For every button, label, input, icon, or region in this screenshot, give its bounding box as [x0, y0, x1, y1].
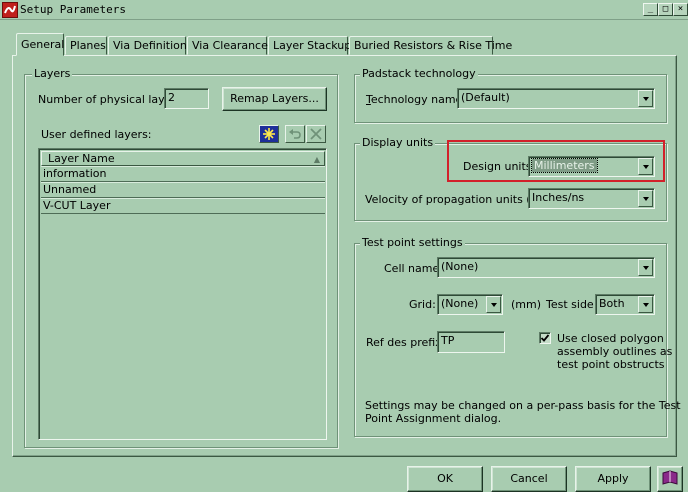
test-point-note-line2: Point Assignment dialog.: [365, 412, 502, 425]
cell-name-value: (None): [441, 260, 479, 273]
ref-des-prefix-input[interactable]: TP: [437, 331, 505, 353]
column-header-label: Layer Name: [48, 152, 115, 165]
velocity-units-value: Inches/ns: [532, 191, 585, 204]
layer-row[interactable]: information: [41, 166, 325, 182]
delete-layer-icon[interactable]: [306, 125, 326, 143]
test-point-note-line1: Settings may be changed on a per-pass ba…: [365, 399, 681, 412]
close-button[interactable]: ×: [673, 3, 688, 16]
closed-polygon-checkbox[interactable]: [539, 332, 551, 344]
chevron-down-icon[interactable]: [638, 190, 653, 207]
grid-select[interactable]: (None): [437, 294, 503, 315]
chevron-down-icon[interactable]: [486, 296, 501, 313]
tab-layer-stackup[interactable]: Layer Stackup: [268, 36, 352, 55]
highlight-annotation: [447, 140, 665, 182]
remap-layers-button[interactable]: Remap Layers...: [222, 87, 327, 111]
grid-value: (None): [441, 297, 479, 310]
technology-name-value: (Default): [461, 91, 510, 104]
user-defined-layers-label: User defined layers:: [41, 128, 152, 141]
grid-unit-label: (mm): [511, 298, 542, 311]
tab-via-definitions[interactable]: Via Definitions: [108, 36, 193, 55]
title-bar[interactable]: Setup Parameters _ □ ×: [0, 0, 688, 20]
test-side-select[interactable]: Both: [595, 294, 655, 315]
tab-label: General: [21, 38, 65, 51]
chevron-down-icon[interactable]: [638, 296, 653, 313]
test-side-label: Test side:: [546, 298, 598, 311]
tab-label: Via Clearances: [192, 39, 274, 52]
layer-name-column-header[interactable]: Layer Name ▲: [41, 151, 325, 166]
apply-button[interactable]: Apply: [575, 466, 651, 492]
technology-name-select[interactable]: (Default): [457, 88, 655, 109]
grid-label: Grid:: [409, 298, 436, 311]
undo-icon[interactable]: [285, 125, 305, 143]
layers-group-title: Layers: [32, 67, 73, 80]
chevron-down-icon[interactable]: [638, 90, 653, 107]
tab-label: Layer Stackup: [273, 39, 352, 52]
chevron-down-icon[interactable]: [638, 259, 653, 276]
help-book-icon[interactable]: [657, 466, 683, 492]
cell-name-select[interactable]: (None): [437, 257, 655, 278]
layer-row[interactable]: Unnamed: [41, 182, 325, 198]
tab-planes[interactable]: Planes: [65, 36, 107, 55]
cancel-button[interactable]: Cancel: [491, 466, 567, 492]
maximize-button[interactable]: □: [658, 3, 673, 16]
tab-label: Via Definitions: [113, 39, 193, 52]
tab-label: Planes: [70, 39, 106, 52]
sort-arrow-icon: ▲: [313, 155, 320, 164]
user-layers-list[interactable]: Layer Name ▲ information Unnamed V-CUT L…: [38, 148, 327, 440]
tab-via-clearances[interactable]: Via Clearances: [187, 36, 274, 55]
minimize-button[interactable]: _: [643, 3, 658, 16]
cell-name-label: Cell name:: [384, 262, 443, 275]
app-logo-icon: [2, 2, 18, 18]
check-icon: [540, 334, 550, 342]
velocity-units-select[interactable]: Inches/ns: [528, 188, 655, 209]
tab-general[interactable]: General: [16, 33, 64, 56]
tab-label: Buried Resistors & Rise Time: [354, 39, 513, 52]
technology-name-label: Technology name:: [366, 93, 467, 106]
test-side-value: Both: [599, 297, 625, 310]
closed-polygon-label-line1[interactable]: Use closed polygon: [557, 332, 664, 345]
display-units-group-title: Display units: [360, 136, 436, 149]
velocity-units-label: Velocity of propagation units (Vp):: [365, 193, 554, 206]
closed-polygon-label-line2[interactable]: assembly outlines as: [557, 345, 672, 358]
padstack-group-title: Padstack technology: [360, 67, 478, 80]
num-layers-input[interactable]: 2: [164, 88, 209, 109]
tab-buried-resistors[interactable]: Buried Resistors & Rise Time: [349, 36, 512, 55]
ref-des-prefix-label: Ref des prefix:: [366, 336, 446, 349]
closed-polygon-label-line3[interactable]: test point obstructs: [557, 358, 665, 371]
layer-row[interactable]: V-CUT Layer: [41, 198, 325, 214]
new-layer-icon[interactable]: [259, 125, 279, 143]
test-point-group-title: Test point settings: [360, 236, 465, 249]
window-title: Setup Parameters: [20, 3, 126, 16]
ok-button[interactable]: OK: [407, 466, 483, 492]
